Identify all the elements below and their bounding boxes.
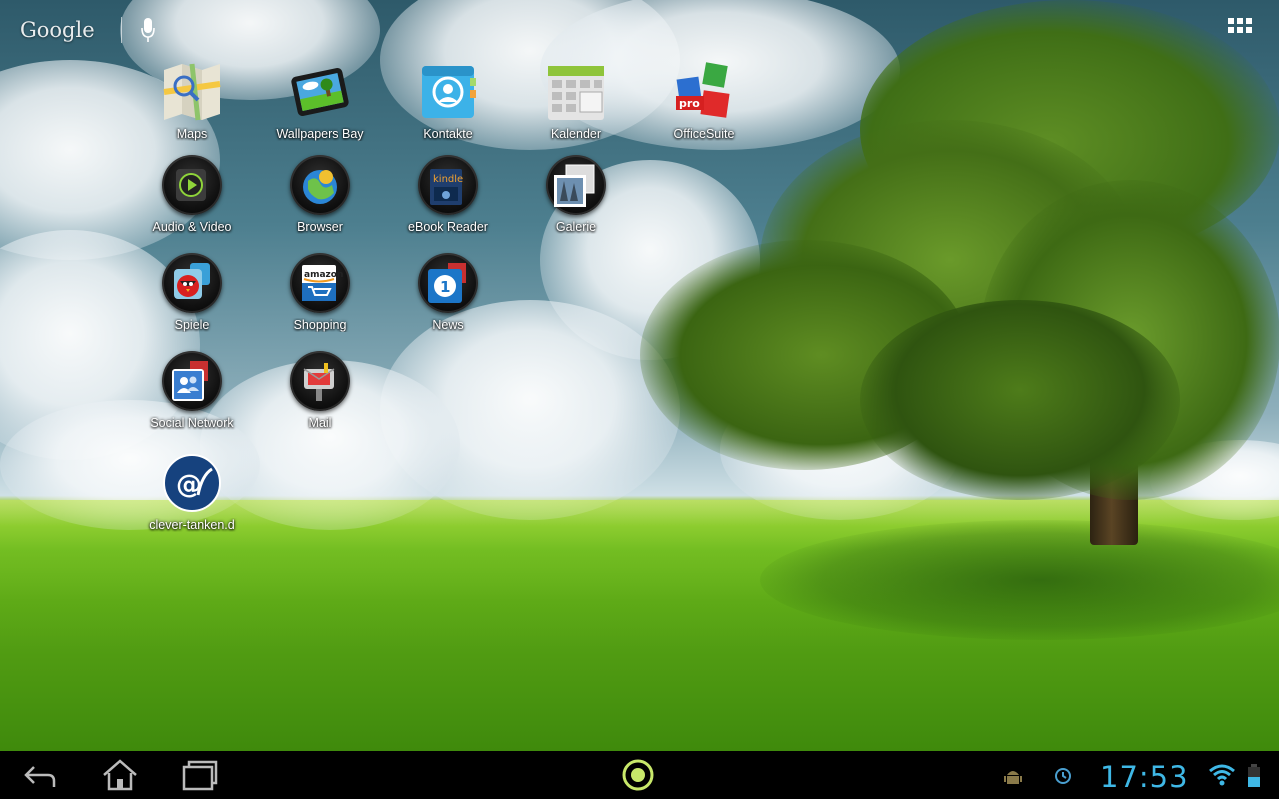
google-search-label[interactable]: Google	[20, 18, 95, 42]
maps-icon	[162, 62, 222, 122]
back-button[interactable]	[22, 757, 58, 793]
folder-label: News	[432, 318, 464, 332]
svg-text:kindle: kindle	[433, 174, 463, 185]
app-label: clever-tanken.d	[149, 518, 235, 532]
app-clever-tanken[interactable]: @ clever-tanken.d	[128, 453, 256, 545]
android-debug-notification[interactable]	[1002, 765, 1024, 787]
app-officesuite[interactable]: pro OfficeSuite	[640, 62, 768, 154]
battery-status[interactable]	[1246, 763, 1262, 789]
calendar-icon	[546, 62, 606, 122]
games-folder-icon	[162, 253, 222, 313]
app-label: Wallpapers Bay	[276, 127, 364, 141]
folder-label: eBook Reader	[408, 220, 488, 234]
svg-text:1: 1	[440, 278, 450, 296]
folder-galerie[interactable]: Galerie	[512, 155, 640, 247]
android-icon	[1004, 771, 1022, 784]
folder-spiele[interactable]: Spiele	[128, 253, 256, 345]
folder-ebook-reader[interactable]: kindle eBook Reader	[384, 155, 512, 247]
shopping-folder-icon: amazon	[290, 253, 350, 313]
back-icon	[24, 766, 56, 787]
mail-folder-icon	[290, 351, 350, 411]
sync-icon	[1055, 768, 1071, 784]
app-kalender[interactable]: Kalender	[512, 62, 640, 154]
app-maps[interactable]: Maps	[128, 62, 256, 154]
svg-text:@: @	[176, 470, 202, 500]
folder-label: Audio & Video	[152, 220, 232, 234]
app-label: Kalender	[550, 127, 602, 141]
news-folder-icon: 1	[418, 253, 478, 313]
folder-label: Spiele	[174, 318, 210, 332]
folder-label: Mail	[308, 416, 332, 430]
svg-text:amazon: amazon	[304, 270, 343, 280]
recent-apps-button[interactable]	[182, 757, 218, 793]
svg-text:pro: pro	[679, 97, 700, 110]
folder-label: Social Network	[150, 416, 234, 430]
home-icon	[103, 759, 137, 791]
app-wallpapers-bay[interactable]: Wallpapers Bay	[256, 62, 384, 154]
folder-label: Galerie	[555, 220, 597, 234]
social-network-folder-icon	[162, 351, 222, 411]
folder-social-network[interactable]: Social Network	[128, 351, 256, 443]
folder-mail[interactable]: Mail	[256, 351, 384, 443]
recent-apps-icon	[182, 760, 218, 791]
search-divider	[120, 17, 122, 43]
browser-folder-icon	[290, 155, 350, 215]
battery-icon	[1248, 764, 1260, 787]
folder-label: Shopping	[293, 318, 347, 332]
wifi-status[interactable]	[1208, 763, 1236, 787]
system-bar	[0, 751, 1279, 799]
app-label: Maps	[176, 127, 208, 141]
ebook-reader-folder-icon: kindle	[418, 155, 478, 215]
app-label: OfficeSuite	[673, 127, 735, 141]
folder-browser[interactable]: Browser	[256, 155, 384, 247]
folder-audio-video[interactable]: Audio & Video	[128, 155, 256, 247]
home-button[interactable]	[100, 757, 140, 793]
app-kontakte[interactable]: Kontakte	[384, 62, 512, 154]
folder-shopping[interactable]: amazon Shopping	[256, 253, 384, 345]
officesuite-icon: pro	[674, 62, 734, 122]
gallery-folder-icon	[546, 155, 606, 215]
all-apps-icon[interactable]	[1228, 18, 1256, 38]
audio-video-folder-icon	[162, 155, 222, 215]
wifi-icon	[1209, 764, 1235, 786]
quick-launch-button[interactable]	[620, 757, 656, 793]
contacts-icon	[418, 62, 478, 122]
sync-notification[interactable]	[1052, 765, 1074, 787]
folder-news[interactable]: 1 News	[384, 253, 512, 345]
ring-icon	[622, 759, 654, 791]
folder-label: Browser	[297, 220, 343, 234]
google-search-bar[interactable]: Google	[20, 14, 156, 46]
microphone-icon[interactable]	[140, 16, 156, 44]
wallpapers-icon	[290, 62, 350, 122]
clever-tanken-icon: @	[162, 453, 222, 513]
app-label: Kontakte	[423, 127, 473, 141]
status-clock[interactable]: 17:53	[1100, 760, 1189, 794]
